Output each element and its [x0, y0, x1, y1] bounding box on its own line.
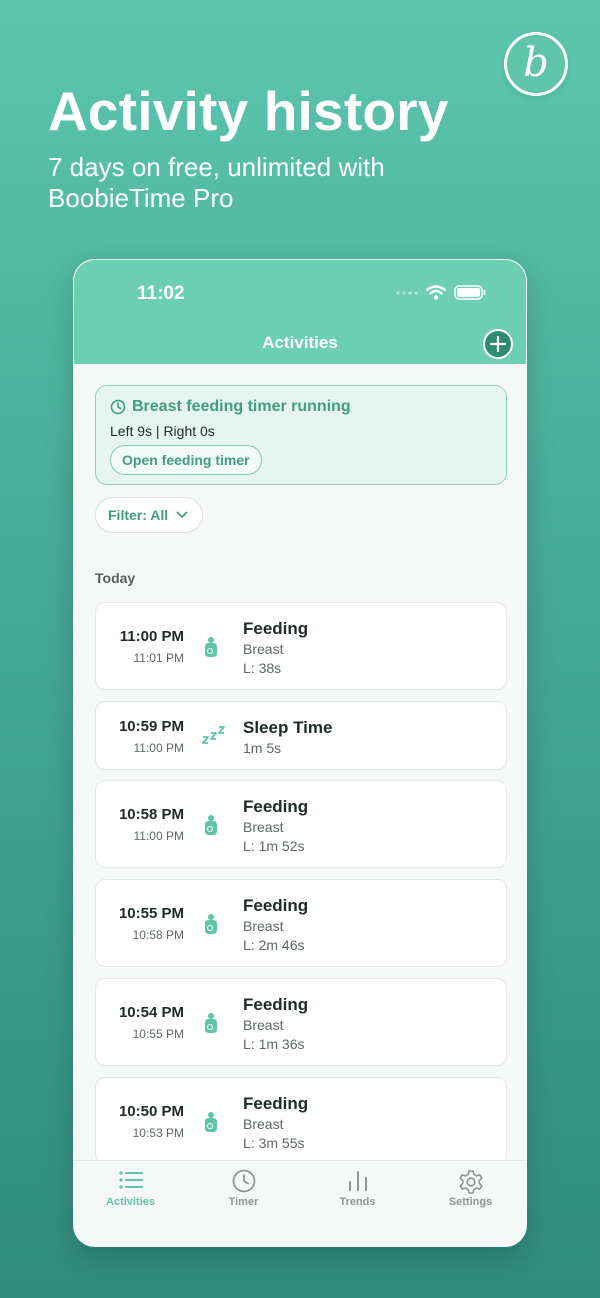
sleep-icon	[202, 726, 225, 744]
feeding-icon	[205, 914, 217, 934]
activity-card[interactable]: 10:58 PM 11:00 PM Feeding Breast L: 1m 5…	[95, 780, 507, 868]
activity-start-time: 10:55 PM	[118, 905, 184, 922]
banner-title: Breast feeding timer running	[132, 398, 351, 415]
nav-title: Activities	[262, 333, 338, 352]
activity-duration: L: 1m 36s	[243, 1036, 305, 1052]
battery-icon	[454, 285, 486, 300]
activity-end-time: 10:53 PM	[132, 1126, 184, 1140]
promo-headline: Activity history	[48, 80, 449, 142]
tab-label: Activities	[106, 1196, 155, 1208]
activity-duration: L: 2m 46s	[243, 937, 305, 953]
activity-detail: Breast	[243, 1017, 284, 1033]
activity-end-time: 11:00 PM	[133, 829, 184, 843]
section-label-today: Today	[95, 570, 136, 586]
activity-card[interactable]: 10:55 PM 10:58 PM Feeding Breast L: 2m 4…	[95, 879, 507, 967]
feeding-icon	[205, 637, 217, 657]
feeding-icon	[205, 1112, 217, 1132]
add-activity-button[interactable]	[483, 329, 513, 359]
activity-card[interactable]: 11:00 PM 11:01 PM Feeding Breast L: 38s	[95, 602, 507, 690]
bar-chart-icon	[349, 1171, 367, 1191]
tab-trends[interactable]: Trends	[301, 1161, 414, 1221]
list-icon	[119, 1171, 143, 1189]
filter-button[interactable]: Filter: All	[95, 497, 204, 533]
activity-start-time: 10:50 PM	[118, 1103, 184, 1120]
activity-start-time: 11:00 PM	[119, 628, 184, 645]
banner-detail: Left 9s | Right 0s	[110, 423, 215, 439]
activity-start-time: 10:59 PM	[118, 718, 184, 735]
activity-card[interactable]: 10:59 PM 11:00 PM Sleep Time 1m 5s	[95, 701, 507, 770]
app-logo: b	[504, 32, 568, 96]
activity-start-time: 10:58 PM	[118, 806, 184, 823]
activity-title: Sleep Time	[243, 718, 333, 737]
activity-title: Feeding	[243, 896, 309, 915]
promo-subline: 7 days on free, unlimited with BoobieTim…	[48, 152, 385, 213]
activity-detail: Breast	[243, 819, 284, 835]
tab-activities[interactable]: Activities	[74, 1161, 187, 1221]
activity-end-time: 11:00 PM	[133, 741, 184, 755]
activity-card[interactable]: 10:54 PM 10:55 PM Feeding Breast L: 1m 3…	[95, 978, 507, 1066]
activity-title: Feeding	[243, 1094, 309, 1113]
activity-card[interactable]: 10:50 PM 10:53 PM Feeding Breast L: 3m 5…	[95, 1077, 507, 1165]
tab-bar: Activities Timer Trends Settings	[74, 1160, 526, 1246]
wifi-icon	[426, 285, 446, 300]
activity-end-time: 10:58 PM	[132, 928, 184, 942]
activity-detail: 1m 5s	[243, 740, 282, 756]
signal-dots-icon	[396, 291, 418, 294]
activity-detail: Breast	[243, 918, 284, 934]
activity-end-time: 10:55 PM	[132, 1027, 184, 1041]
activity-title: Feeding	[243, 995, 309, 1014]
status-icons	[396, 285, 486, 300]
plus-circle-icon	[490, 336, 506, 352]
activity-duration: L: 1m 52s	[243, 838, 305, 854]
activity-detail: Breast	[243, 1116, 284, 1132]
activity-end-time: 11:01 PM	[133, 651, 184, 665]
activity-detail: Breast	[243, 641, 284, 657]
filter-label: Filter: All	[108, 507, 169, 523]
tab-settings[interactable]: Settings	[414, 1161, 526, 1221]
status-time: 11:02	[137, 283, 185, 304]
tab-label: Settings	[448, 1196, 493, 1208]
activity-duration: L: 3m 55s	[243, 1135, 305, 1151]
activity-title: Feeding	[243, 797, 309, 816]
tab-timer[interactable]: Timer	[187, 1161, 300, 1221]
chevron-down-icon	[176, 511, 188, 518]
gear-icon	[459, 1170, 483, 1194]
logo-letter: b	[523, 40, 549, 86]
phone-screen: 11:02 Activities Breast feeding timer ru…	[73, 259, 527, 1247]
activity-duration: L: 38s	[243, 660, 282, 676]
feeding-icon	[205, 1013, 217, 1033]
activity-title: Feeding	[243, 619, 309, 638]
clock-icon	[232, 1169, 256, 1193]
open-feeding-timer-button[interactable]: Open feeding timer	[110, 445, 262, 475]
activity-start-time: 10:54 PM	[118, 1004, 184, 1021]
clock-icon	[110, 399, 126, 415]
nav-header: 11:02 Activities	[74, 260, 526, 364]
feeding-timer-banner: Breast feeding timer running Left 9s | R…	[95, 385, 507, 485]
tab-label: Trends	[339, 1196, 376, 1208]
tab-label: Timer	[228, 1196, 259, 1208]
feeding-icon	[205, 815, 217, 835]
